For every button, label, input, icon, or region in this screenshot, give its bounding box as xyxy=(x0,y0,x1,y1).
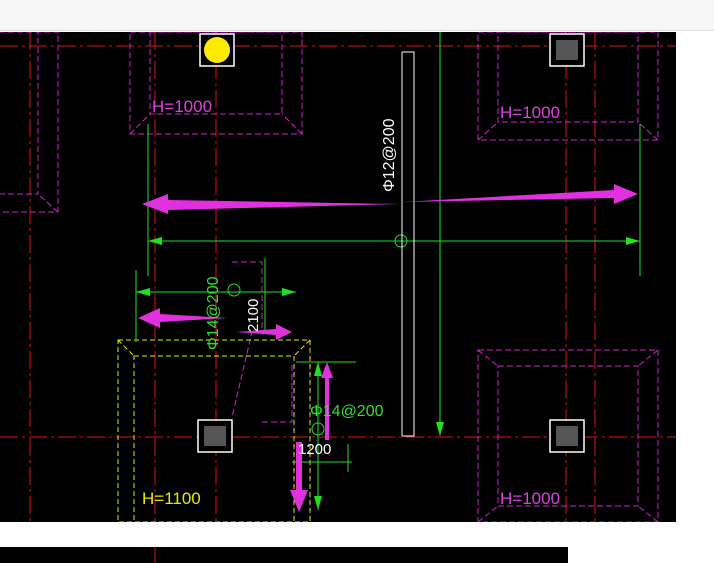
label-dim-2100: 2100 xyxy=(245,299,262,332)
secondary-canvas-strip xyxy=(0,547,568,563)
label-rebar-top: Φ12@200 xyxy=(381,118,398,192)
browser-toolbar xyxy=(0,0,714,31)
label-h4: H=1000 xyxy=(500,489,560,508)
column-marker-top-left xyxy=(199,33,235,67)
selection-marker xyxy=(204,37,230,63)
label-dim-1200: 1200 xyxy=(298,441,331,458)
column-marker-bottom-right xyxy=(549,419,585,453)
cad-drawing-canvas[interactable]: H=1000 H=1000 H=1100 H=1000 Φ12@200 Φ14@… xyxy=(0,32,676,522)
label-rebar-left: Φ14@200 xyxy=(205,276,222,350)
label-h3: H=1100 xyxy=(142,489,201,508)
column-marker-top-right xyxy=(549,33,585,67)
label-h1: H=1000 xyxy=(152,97,212,116)
column-marker-bottom-left xyxy=(197,419,233,453)
label-rebar-mid: Φ14@200 xyxy=(310,403,384,420)
label-h2: H=1000 xyxy=(500,103,560,122)
